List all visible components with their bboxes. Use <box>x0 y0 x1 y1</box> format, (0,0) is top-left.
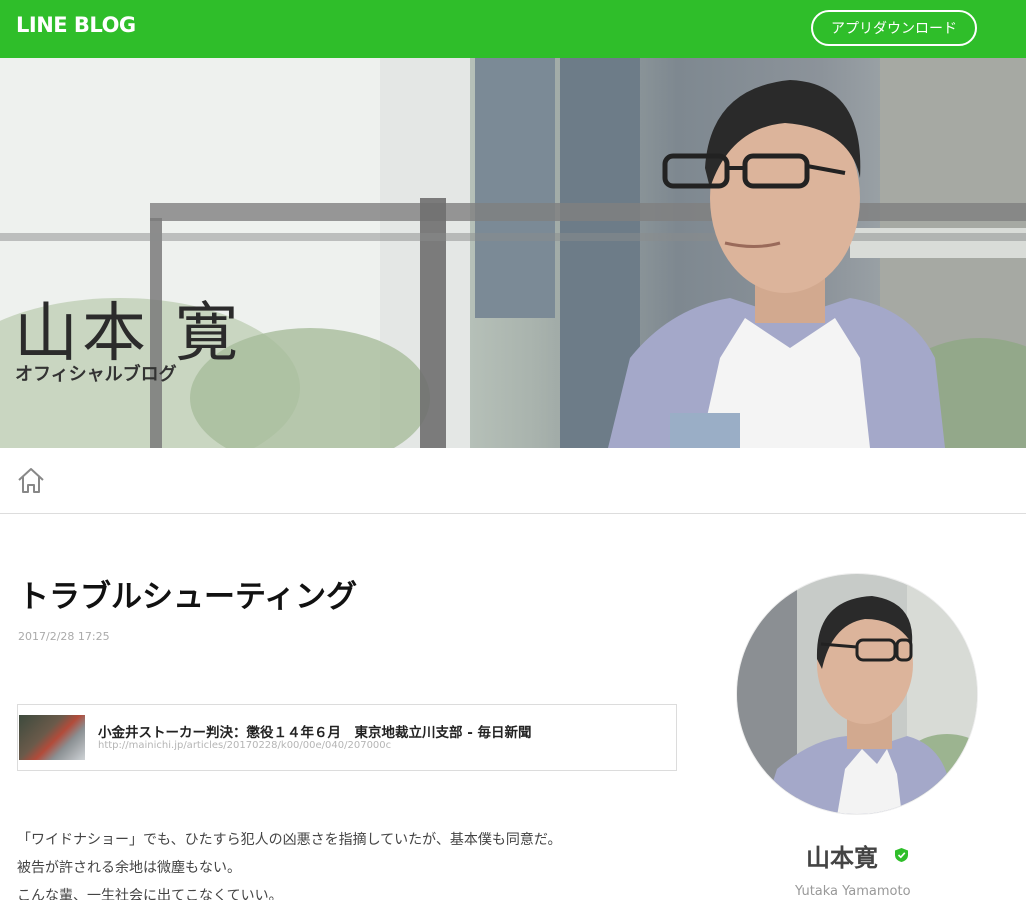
top-bar: LINE BLOG アプリダウンロード <box>0 0 1026 58</box>
home-icon[interactable] <box>16 466 46 496</box>
app-download-button[interactable]: アプリダウンロード <box>811 10 977 46</box>
hero-subtitle: オフィシャルブログ <box>15 364 177 385</box>
post-body: 「ワイドナショー」でも、ひたすら犯人の凶悪さを指摘していたが、基本僕も同意だ。 … <box>17 826 697 900</box>
post-date: 2017/2/28 17:25 <box>18 630 110 643</box>
link-card-thumbnail <box>19 715 85 760</box>
hero-banner: 山本 寛 オフィシャルブログ <box>0 58 1026 448</box>
profile-name-english: Yutaka Yamamoto <box>795 884 911 899</box>
hero-portrait-photo <box>608 80 945 448</box>
post-title[interactable]: トラブルシューティング <box>18 571 357 616</box>
profile-avatar-image <box>737 574 977 814</box>
link-card-url[interactable]: http://mainichi.jp/articles/20170228/k00… <box>98 740 391 751</box>
body-paragraph: 「ワイドナショー」でも、ひたすら犯人の凶悪さを指摘していたが、基本僕も同意だ。 <box>17 832 562 848</box>
profile-name[interactable]: 山本寛 <box>806 838 878 873</box>
verified-shield-icon <box>895 848 908 862</box>
line-blog-logo[interactable]: LINE BLOG <box>16 13 136 37</box>
link-card[interactable]: 小金井ストーカー判決：懲役１４年６月 東京地裁立川支部 - 毎日新聞 http:… <box>17 704 677 771</box>
profile-avatar[interactable] <box>736 573 978 815</box>
link-card-title[interactable]: 小金井ストーカー判決：懲役１４年６月 東京地裁立川支部 - 毎日新聞 <box>98 721 532 741</box>
body-paragraph: 被告が許される余地は微塵もない。 <box>17 860 241 876</box>
nav-row <box>0 448 1026 514</box>
body-paragraph: こんな輩、一生社会に出てこなくていい。 <box>17 888 283 900</box>
